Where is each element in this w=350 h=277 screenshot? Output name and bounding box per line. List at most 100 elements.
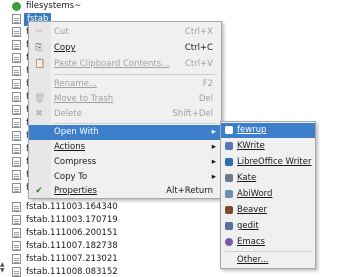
scroll-down-icon[interactable]: ▼ bbox=[0, 268, 8, 274]
beaver-app-icon bbox=[224, 206, 234, 215]
menu-item-label: Rename... bbox=[54, 79, 97, 89]
kate-app-icon bbox=[224, 174, 234, 183]
file-name: fstab.111006.200151 bbox=[26, 228, 118, 238]
menu-item-cut[interactable]: ✂ Cut Ctrl+X bbox=[29, 25, 221, 40]
menu-item-rename[interactable]: Rename... F2 bbox=[29, 77, 221, 92]
text-file-icon bbox=[12, 170, 21, 180]
file-name: fstab.111008.083152 bbox=[26, 267, 118, 277]
text-file-icon bbox=[12, 183, 21, 193]
menu-item-label: Cut bbox=[54, 27, 69, 37]
text-file-icon bbox=[12, 79, 21, 89]
text-file-icon bbox=[12, 202, 21, 212]
submenu-item-label: gedit bbox=[237, 221, 259, 231]
folder-icon bbox=[12, 1, 21, 11]
menu-shortcut: Shift+Del bbox=[172, 109, 213, 119]
cut-icon: ✂ bbox=[35, 27, 43, 37]
menu-item-label: Move to Trash bbox=[54, 94, 114, 104]
submenu-item-emacs[interactable]: Emacs bbox=[221, 235, 315, 250]
menu-item-label: Copy To bbox=[54, 172, 88, 182]
menu-item-label: Delete bbox=[54, 109, 82, 119]
submenu-item-kate[interactable]: Kate bbox=[221, 171, 315, 186]
properties-icon: ✔ bbox=[35, 186, 43, 196]
submenu-item-label: AbiWord bbox=[237, 189, 273, 199]
menu-shortcut: Ctrl+V bbox=[184, 59, 213, 69]
file-name: fstab.111003.170719 bbox=[26, 215, 118, 225]
scroll-arrows[interactable]: ▲ ▼ bbox=[0, 262, 8, 274]
gedit-app-icon bbox=[224, 222, 234, 231]
submenu-arrow-icon: ▸ bbox=[211, 157, 216, 167]
file-name: fstab.111003.164340 bbox=[26, 202, 118, 212]
paste-icon: 📋 bbox=[34, 59, 46, 69]
submenu-item-kwrite[interactable]: KWrite bbox=[221, 139, 315, 154]
menu-item-label: Compress bbox=[54, 157, 97, 167]
menu-separator bbox=[53, 123, 217, 124]
folder-row[interactable]: filesystems~ bbox=[0, 0, 350, 13]
libreoffice-writer-app-icon bbox=[224, 158, 234, 167]
submenu-item-label: fewrup bbox=[237, 125, 267, 135]
text-file-icon bbox=[12, 144, 21, 154]
submenu-item-label: Beaver bbox=[237, 205, 268, 215]
menu-item-actions[interactable]: Actions ▸ bbox=[29, 140, 221, 155]
text-file-icon bbox=[12, 53, 21, 63]
menu-item-label: Actions bbox=[54, 142, 86, 152]
submenu-arrow-icon: ▸ bbox=[211, 142, 216, 152]
text-file-icon bbox=[12, 241, 21, 251]
submenu-item-beaver[interactable]: Beaver bbox=[221, 203, 315, 218]
menu-shortcut: Ctrl+C bbox=[184, 43, 213, 53]
menu-item-compress[interactable]: Compress ▸ bbox=[29, 155, 221, 170]
copy-icon: ⎘ bbox=[35, 43, 43, 53]
menu-item-label: Open With bbox=[54, 127, 99, 137]
menu-separator bbox=[225, 251, 311, 252]
kwrite-app-icon bbox=[224, 142, 234, 151]
menu-shortcut: F2 bbox=[202, 79, 213, 89]
context-menu: ✂ Cut Ctrl+X ⎘ Copy Ctrl+C 📋 Paste Clipb… bbox=[28, 21, 222, 199]
file-name: filesystems~ bbox=[26, 1, 82, 11]
submenu-item-other[interactable]: Other... bbox=[221, 253, 315, 268]
text-file-icon bbox=[12, 267, 21, 277]
text-file-icon bbox=[12, 228, 21, 238]
open-with-submenu: fewrup KWrite LibreOffice Writer Kate Ab… bbox=[220, 121, 316, 269]
abiword-app-icon bbox=[224, 190, 234, 199]
menu-item-label: Copy bbox=[54, 43, 76, 53]
submenu-item-abiword[interactable]: AbiWord bbox=[221, 187, 315, 202]
emacs-app-icon bbox=[224, 238, 234, 247]
submenu-item-label: KWrite bbox=[237, 141, 265, 151]
menu-item-move-to-trash[interactable]: 🗑 Move to Trash Del bbox=[29, 92, 221, 107]
menu-item-paste[interactable]: 📋 Paste Clipboard Contents... Ctrl+V bbox=[29, 57, 221, 72]
submenu-item-label: Kate bbox=[237, 173, 257, 183]
text-file-icon bbox=[12, 105, 21, 115]
text-file-icon bbox=[12, 66, 21, 76]
submenu-item-libreoffice-writer[interactable]: LibreOffice Writer bbox=[221, 155, 315, 170]
menu-item-label: Properties bbox=[54, 186, 97, 196]
text-file-icon bbox=[12, 157, 21, 167]
menu-item-open-with[interactable]: Open With ▸ bbox=[29, 125, 221, 140]
text-file-icon bbox=[12, 131, 21, 141]
submenu-item-gedit[interactable]: gedit bbox=[221, 219, 315, 234]
menu-shortcut: Del bbox=[198, 94, 213, 104]
menu-shortcut: Alt+Return bbox=[166, 186, 213, 196]
menu-item-properties[interactable]: ✔ Properties Alt+Return bbox=[29, 184, 221, 199]
trash-icon: 🗑 bbox=[34, 94, 46, 104]
submenu-arrow-icon: ▸ bbox=[211, 172, 216, 182]
menu-shortcut: Ctrl+X bbox=[184, 27, 213, 37]
submenu-arrow-icon: ▸ bbox=[211, 127, 216, 137]
text-file-icon bbox=[12, 40, 21, 50]
menu-item-copy-to[interactable]: Copy To ▸ bbox=[29, 170, 221, 185]
menu-item-copy[interactable]: ⎘ Copy Ctrl+C bbox=[29, 41, 221, 56]
text-file-icon bbox=[12, 14, 21, 24]
menu-item-label: Paste Clipboard Contents... bbox=[54, 59, 170, 69]
delete-icon: ✖ bbox=[35, 109, 43, 119]
submenu-item-label: Emacs bbox=[237, 237, 265, 247]
submenu-item-label: Other... bbox=[237, 255, 269, 265]
text-file-icon bbox=[12, 92, 21, 102]
submenu-item-label: LibreOffice Writer bbox=[237, 157, 312, 167]
text-file-icon bbox=[12, 27, 21, 37]
fewrup-app-icon bbox=[224, 126, 234, 135]
file-name: fstab.111007.213021 bbox=[26, 254, 118, 264]
text-file-icon bbox=[12, 254, 21, 264]
text-file-icon bbox=[12, 118, 21, 128]
file-name: fstab.111007.182738 bbox=[26, 241, 118, 251]
menu-separator bbox=[53, 74, 217, 75]
submenu-item-fewrup[interactable]: fewrup bbox=[221, 123, 315, 138]
menu-item-delete[interactable]: ✖ Delete Shift+Del bbox=[29, 107, 221, 122]
